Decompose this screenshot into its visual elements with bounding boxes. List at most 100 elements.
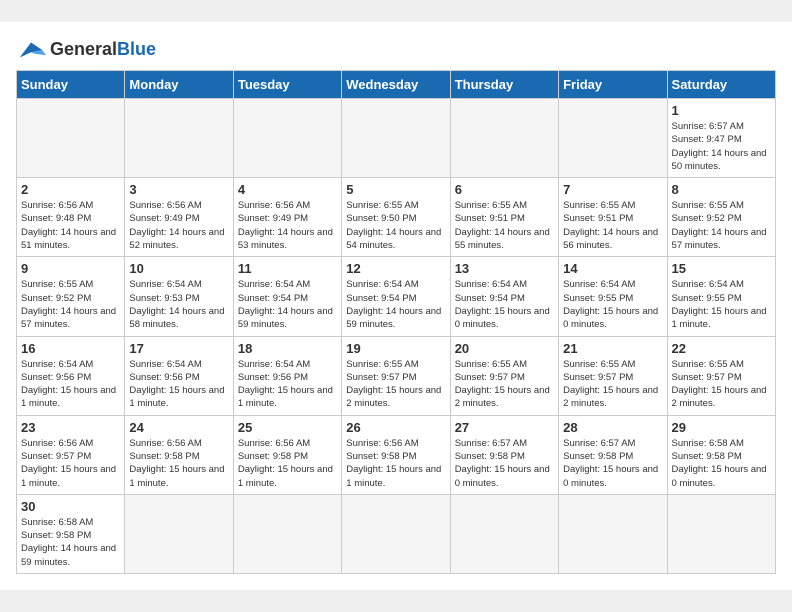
day-cell: [450, 98, 558, 177]
day-cell: 10 Sunrise: 6:54 AM Sunset: 9:53 PM Dayli…: [125, 257, 233, 336]
day-number: 13: [455, 261, 554, 276]
week-row-1: 2Sunrise: 6:56 AM Sunset: 9:48 PM Daylig…: [17, 178, 776, 257]
day-number: 8: [672, 182, 771, 197]
day-cell: 11 Sunrise: 6:54 AM Sunset: 9:54 PM Dayli…: [233, 257, 341, 336]
day-number: 1: [672, 103, 771, 118]
day-number: 15: [672, 261, 771, 276]
day-cell: [233, 98, 341, 177]
day-cell: 25 Sunrise: 6:56 AM Sunset: 9:58 PM Dayli…: [233, 415, 341, 494]
header: GeneralBlue: [16, 38, 776, 62]
calendar-table: SundayMondayTuesdayWednesdayThursdayFrid…: [16, 70, 776, 574]
day-info: Sunrise: 6:58 AM Sunset: 9:58 PM Dayligh…: [21, 516, 120, 569]
week-row-3: 16 Sunrise: 6:54 AM Sunset: 9:56 PM Dayli…: [17, 336, 776, 415]
day-info: Sunrise: 6:54 AM Sunset: 9:54 PM Dayligh…: [455, 278, 554, 331]
weekday-header-friday: Friday: [559, 70, 667, 98]
day-info: Sunrise: 6:54 AM Sunset: 9:54 PM Dayligh…: [238, 278, 337, 331]
week-row-0: 1Sunrise: 6:57 AM Sunset: 9:47 PM Daylig…: [17, 98, 776, 177]
weekday-header-tuesday: Tuesday: [233, 70, 341, 98]
day-info: Sunrise: 6:58 AM Sunset: 9:58 PM Dayligh…: [672, 437, 771, 490]
day-cell: 6 Sunrise: 6:55 AM Sunset: 9:51 PM Daylig…: [450, 178, 558, 257]
day-info: Sunrise: 6:55 AM Sunset: 9:50 PM Dayligh…: [346, 199, 445, 252]
day-cell: [233, 494, 341, 573]
day-cell: 21Sunrise: 6:55 AM Sunset: 9:57 PM Dayli…: [559, 336, 667, 415]
day-cell: [125, 98, 233, 177]
day-info: Sunrise: 6:56 AM Sunset: 9:58 PM Dayligh…: [238, 437, 337, 490]
day-info: Sunrise: 6:56 AM Sunset: 9:58 PM Dayligh…: [129, 437, 228, 490]
day-cell: 15 Sunrise: 6:54 AM Sunset: 9:55 PM Dayli…: [667, 257, 775, 336]
day-info: Sunrise: 6:55 AM Sunset: 9:52 PM Dayligh…: [672, 199, 771, 252]
day-cell: 17Sunrise: 6:54 AM Sunset: 9:56 PM Dayli…: [125, 336, 233, 415]
day-cell: 14Sunrise: 6:54 AM Sunset: 9:55 PM Dayli…: [559, 257, 667, 336]
day-number: 11: [238, 261, 337, 276]
day-info: Sunrise: 6:54 AM Sunset: 9:54 PM Dayligh…: [346, 278, 445, 331]
day-info: Sunrise: 6:54 AM Sunset: 9:56 PM Dayligh…: [238, 358, 337, 411]
day-cell: 9 Sunrise: 6:55 AM Sunset: 9:52 PM Daylig…: [17, 257, 125, 336]
day-info: Sunrise: 6:54 AM Sunset: 9:56 PM Dayligh…: [21, 358, 120, 411]
day-cell: [667, 494, 775, 573]
day-number: 29: [672, 420, 771, 435]
day-cell: 3 Sunrise: 6:56 AM Sunset: 9:49 PM Daylig…: [125, 178, 233, 257]
day-number: 9: [21, 261, 120, 276]
day-number: 7: [563, 182, 662, 197]
day-cell: 18 Sunrise: 6:54 AM Sunset: 9:56 PM Dayli…: [233, 336, 341, 415]
day-info: Sunrise: 6:56 AM Sunset: 9:57 PM Dayligh…: [21, 437, 120, 490]
day-cell: 29 Sunrise: 6:58 AM Sunset: 9:58 PM Dayli…: [667, 415, 775, 494]
logo: GeneralBlue: [16, 38, 156, 62]
day-number: 26: [346, 420, 445, 435]
day-info: Sunrise: 6:56 AM Sunset: 9:49 PM Dayligh…: [129, 199, 228, 252]
day-number: 16: [21, 341, 120, 356]
day-number: 4: [238, 182, 337, 197]
day-cell: 19 Sunrise: 6:55 AM Sunset: 9:57 PM Dayli…: [342, 336, 450, 415]
day-cell: 2Sunrise: 6:56 AM Sunset: 9:48 PM Daylig…: [17, 178, 125, 257]
day-cell: 28Sunrise: 6:57 AM Sunset: 9:58 PM Dayli…: [559, 415, 667, 494]
day-cell: 22Sunrise: 6:55 AM Sunset: 9:57 PM Dayli…: [667, 336, 775, 415]
day-number: 30: [21, 499, 120, 514]
day-info: Sunrise: 6:55 AM Sunset: 9:57 PM Dayligh…: [346, 358, 445, 411]
day-cell: [559, 494, 667, 573]
day-number: 18: [238, 341, 337, 356]
day-info: Sunrise: 6:55 AM Sunset: 9:57 PM Dayligh…: [455, 358, 554, 411]
day-info: Sunrise: 6:54 AM Sunset: 9:53 PM Dayligh…: [129, 278, 228, 331]
day-number: 28: [563, 420, 662, 435]
day-number: 25: [238, 420, 337, 435]
weekday-header-thursday: Thursday: [450, 70, 558, 98]
day-number: 14: [563, 261, 662, 276]
day-cell: 27 Sunrise: 6:57 AM Sunset: 9:58 PM Dayli…: [450, 415, 558, 494]
week-row-2: 9 Sunrise: 6:55 AM Sunset: 9:52 PM Daylig…: [17, 257, 776, 336]
day-info: Sunrise: 6:54 AM Sunset: 9:55 PM Dayligh…: [672, 278, 771, 331]
day-info: Sunrise: 6:55 AM Sunset: 9:52 PM Dayligh…: [21, 278, 120, 331]
weekday-header-sunday: Sunday: [17, 70, 125, 98]
day-cell: 5Sunrise: 6:55 AM Sunset: 9:50 PM Daylig…: [342, 178, 450, 257]
day-cell: 13 Sunrise: 6:54 AM Sunset: 9:54 PM Dayli…: [450, 257, 558, 336]
day-number: 17: [129, 341, 228, 356]
day-cell: [17, 98, 125, 177]
weekday-header-row: SundayMondayTuesdayWednesdayThursdayFrid…: [17, 70, 776, 98]
day-cell: 8 Sunrise: 6:55 AM Sunset: 9:52 PM Daylig…: [667, 178, 775, 257]
weekday-header-saturday: Saturday: [667, 70, 775, 98]
day-number: 6: [455, 182, 554, 197]
day-number: 27: [455, 420, 554, 435]
day-cell: 23 Sunrise: 6:56 AM Sunset: 9:57 PM Dayli…: [17, 415, 125, 494]
day-cell: 24Sunrise: 6:56 AM Sunset: 9:58 PM Dayli…: [125, 415, 233, 494]
day-number: 19: [346, 341, 445, 356]
day-cell: [559, 98, 667, 177]
day-number: 22: [672, 341, 771, 356]
day-info: Sunrise: 6:56 AM Sunset: 9:49 PM Dayligh…: [238, 199, 337, 252]
day-number: 3: [129, 182, 228, 197]
logo-text: GeneralBlue: [50, 39, 156, 60]
day-info: Sunrise: 6:57 AM Sunset: 9:58 PM Dayligh…: [455, 437, 554, 490]
day-info: Sunrise: 6:55 AM Sunset: 9:51 PM Dayligh…: [455, 199, 554, 252]
day-cell: [125, 494, 233, 573]
week-row-4: 23 Sunrise: 6:56 AM Sunset: 9:57 PM Dayli…: [17, 415, 776, 494]
weekday-header-wednesday: Wednesday: [342, 70, 450, 98]
day-cell: 7Sunrise: 6:55 AM Sunset: 9:51 PM Daylig…: [559, 178, 667, 257]
calendar-container: GeneralBlue SundayMondayTuesdayWednesday…: [0, 22, 792, 590]
day-number: 12: [346, 261, 445, 276]
day-cell: 26Sunrise: 6:56 AM Sunset: 9:58 PM Dayli…: [342, 415, 450, 494]
day-cell: [450, 494, 558, 573]
day-number: 10: [129, 261, 228, 276]
day-number: 20: [455, 341, 554, 356]
logo-icon: [16, 38, 46, 62]
day-number: 2: [21, 182, 120, 197]
day-number: 23: [21, 420, 120, 435]
